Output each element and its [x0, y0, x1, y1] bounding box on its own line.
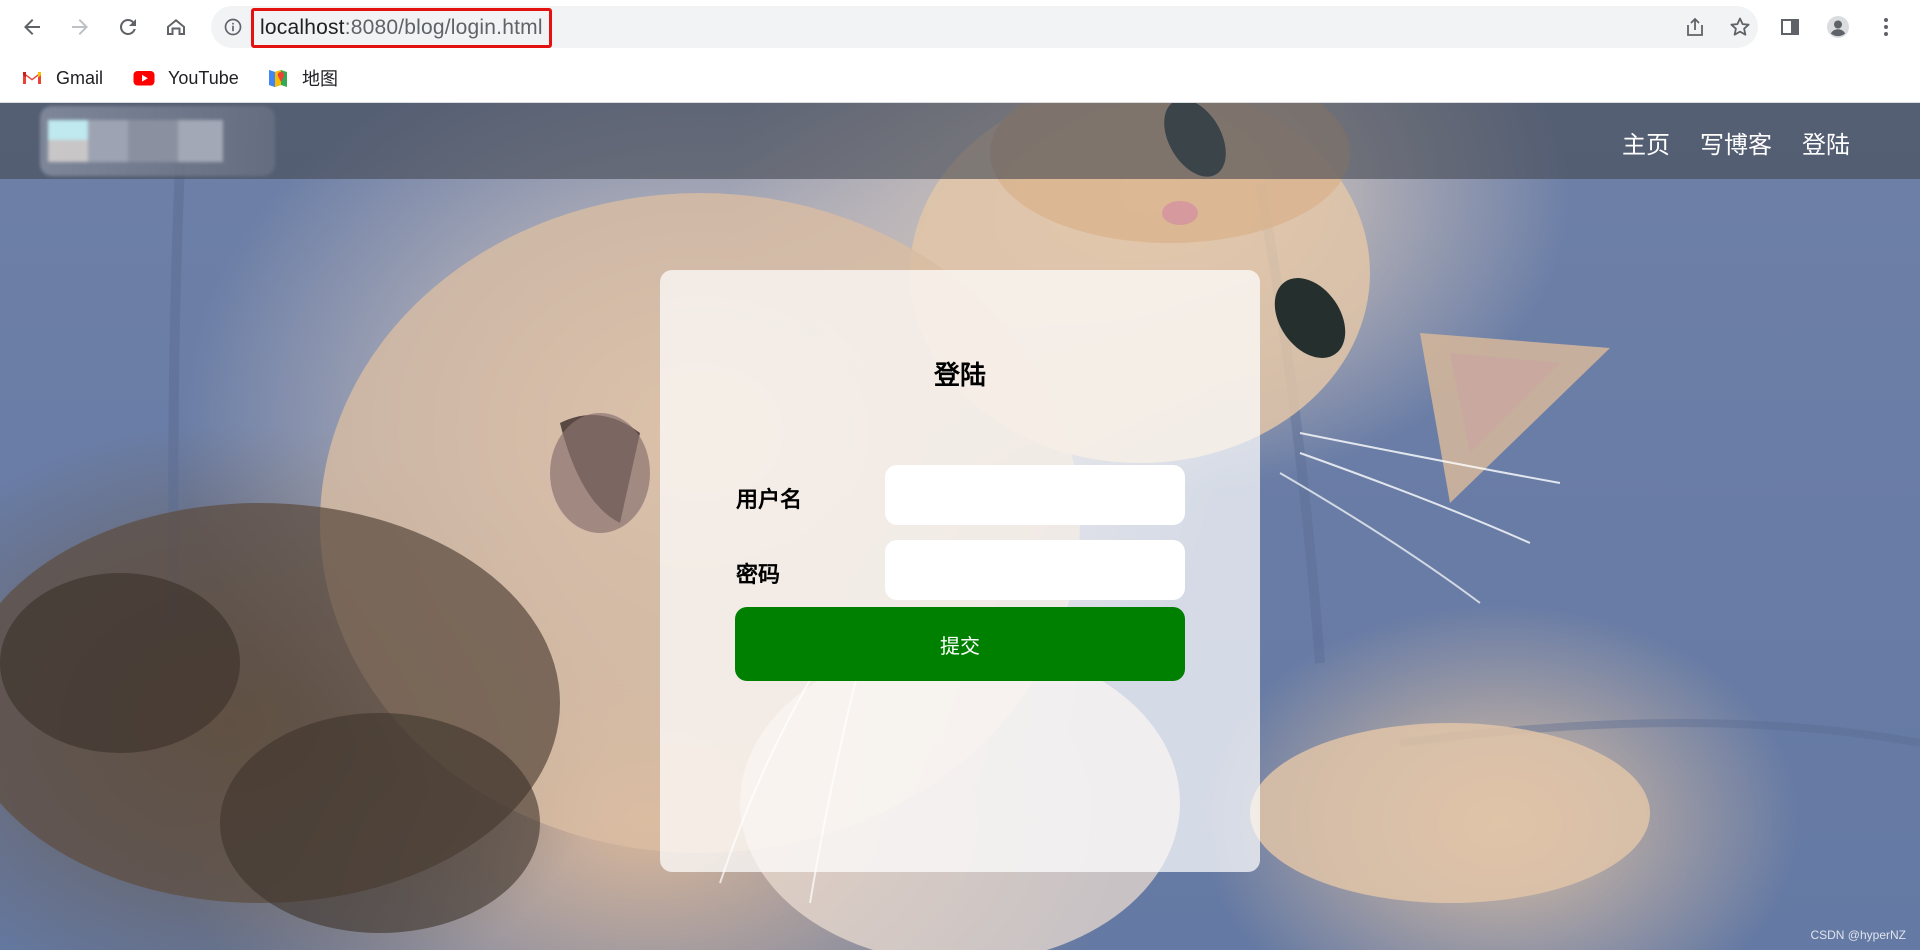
profile-avatar-icon: [1827, 16, 1849, 38]
password-label: 密码: [736, 562, 781, 587]
menu-button[interactable]: [1866, 7, 1906, 47]
more-vert-icon: [1884, 18, 1888, 36]
url-text[interactable]: localhost:8080/blog/login.html: [251, 8, 552, 48]
nav-link-home[interactable]: 主页: [1622, 125, 1670, 160]
back-arrow-icon: [24, 19, 40, 35]
side-panel-button[interactable]: [1770, 7, 1810, 47]
bookmark-label: YouTube: [168, 67, 239, 88]
bookmark-label: 地图: [302, 69, 338, 89]
site-header: 主页 写博客 登陆: [0, 103, 1920, 179]
browser-toolbar: localhost:8080/blog/login.html: [0, 0, 1920, 54]
share-icon[interactable]: [1683, 15, 1707, 39]
back-button[interactable]: [12, 7, 52, 47]
forward-button[interactable]: [60, 7, 100, 47]
bookmark-star-icon[interactable]: [1728, 15, 1752, 39]
youtube-icon: [133, 71, 155, 86]
gmail-icon: [23, 72, 41, 84]
submit-button[interactable]: 提交: [735, 607, 1185, 681]
info-icon[interactable]: [223, 17, 243, 37]
address-bar[interactable]: localhost:8080/blog/login.html: [211, 6, 1758, 48]
reload-icon: [120, 18, 136, 35]
home-button[interactable]: [156, 7, 196, 47]
username-label: 用户名: [736, 487, 803, 512]
bookmark-label: Gmail: [56, 67, 104, 88]
bookmark-maps[interactable]: 地图: [266, 64, 338, 92]
profile-button[interactable]: [1818, 7, 1858, 47]
login-card: 登陆 用户名 密码 提交: [660, 270, 1260, 872]
bookmark-youtube[interactable]: YouTube: [132, 64, 239, 92]
login-title: 登陆: [933, 360, 986, 390]
site-logo: [40, 106, 275, 176]
password-input[interactable]: [885, 540, 1185, 600]
bookmarks-bar: Gmail YouTube 地图: [0, 54, 1920, 103]
reload-button[interactable]: [108, 7, 148, 47]
home-icon: [167, 19, 185, 35]
forward-arrow-icon: [72, 19, 88, 35]
nav-link-write-blog[interactable]: 写博客: [1700, 125, 1772, 160]
bookmark-gmail[interactable]: Gmail: [20, 64, 103, 92]
url-host: localhost: [260, 16, 345, 39]
maps-icon: [269, 70, 287, 87]
page-background: 主页 写博客 登陆 登陆 用户名 密码 提交 CSDN @hyperNZ: [0, 103, 1920, 950]
username-input[interactable]: [885, 465, 1185, 525]
side-panel-icon: [1781, 19, 1799, 35]
nav-link-login[interactable]: 登陆: [1802, 125, 1850, 160]
url-path: :8080/blog/login.html: [344, 16, 543, 39]
watermark: CSDN @hyperNZ: [1810, 928, 1906, 942]
